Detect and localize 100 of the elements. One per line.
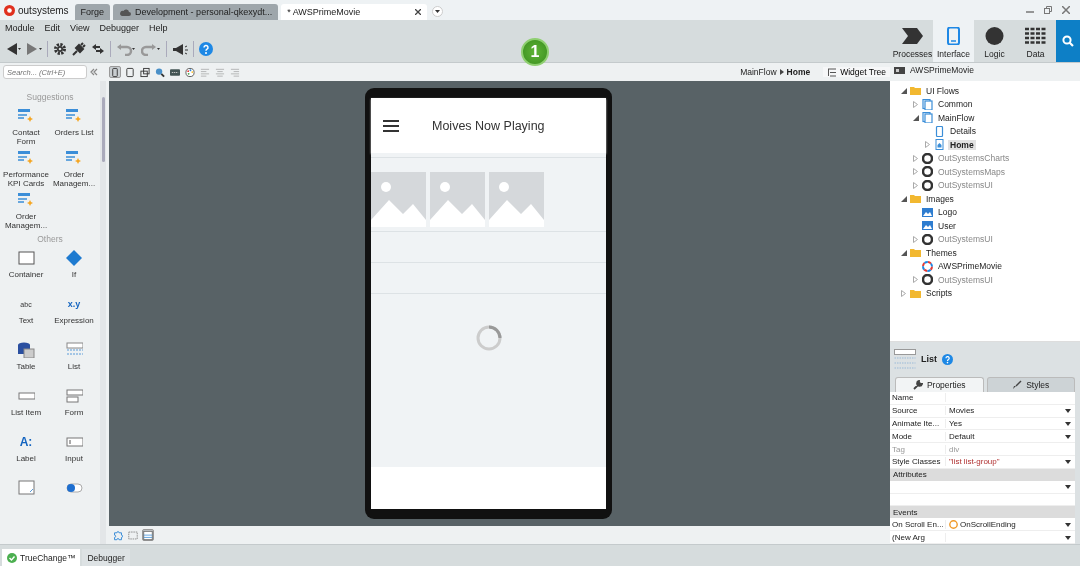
status-tab[interactable]: Debugger: [82, 549, 130, 566]
expanded-arrow-icon[interactable]: [912, 114, 919, 121]
tree-item[interactable]: UI Flows: [924, 85, 962, 96]
gear-icon[interactable]: [53, 42, 67, 56]
window-tab[interactable]: Forge: [74, 4, 111, 20]
tree-item[interactable]: Images: [924, 193, 956, 204]
close-icon[interactable]: [415, 9, 422, 15]
dropdown-arrow-icon[interactable]: [1065, 460, 1071, 465]
toolbox-widget[interactable]: Container: [3, 250, 49, 292]
property-value[interactable]: OnScrollEnding: [960, 519, 1016, 529]
tree-item[interactable]: AWSPrimeMovie: [936, 261, 1004, 272]
menu-item[interactable]: Edit: [44, 23, 61, 33]
menu-item[interactable]: Module: [5, 23, 35, 33]
canvas-tool-button[interactable]: [139, 66, 151, 78]
tree-item[interactable]: Logo: [936, 207, 959, 218]
menu-item[interactable]: Debugger: [99, 23, 139, 33]
collapsed-arrow-icon[interactable]: [913, 154, 918, 162]
dropdown-arrow-icon[interactable]: [1065, 422, 1071, 426]
toolbox-widget[interactable]: List: [51, 342, 97, 384]
panel-tab[interactable]: Styles: [986, 377, 1075, 393]
tree-item[interactable]: Details: [948, 126, 978, 137]
expanded-arrow-icon[interactable]: [900, 249, 907, 256]
dropdown-arrow-icon[interactable]: [1065, 409, 1071, 414]
dropdown-arrow-icon[interactable]: [1065, 434, 1071, 439]
plug-icon[interactable]: [72, 42, 86, 56]
window-tab[interactable]: Development - personal-qkexydt...: [113, 4, 279, 20]
toolbox-widget[interactable]: Order Managem...: [51, 150, 97, 188]
help-icon[interactable]: [199, 42, 213, 56]
window-tab[interactable]: * AWSPrimeMovie: [281, 4, 428, 20]
collapsed-arrow-icon[interactable]: [913, 100, 918, 108]
workspace-tab[interactable]: Logic: [974, 20, 1015, 62]
expanded-arrow-icon[interactable]: [900, 195, 907, 202]
search-icon: [1062, 35, 1074, 47]
toolbox-widget[interactable]: If: [51, 250, 97, 292]
dashed-box-icon: [128, 528, 138, 542]
property-name: Tag: [890, 444, 946, 454]
menu-item[interactable]: Help: [148, 23, 168, 33]
scrollbar-thumb[interactable]: [101, 97, 105, 162]
workspace-tab[interactable]: Interface: [933, 20, 974, 62]
collapsed-arrow-icon[interactable]: [913, 168, 918, 176]
workspace-tab[interactable]: Processes: [892, 20, 933, 62]
search-button[interactable]: [1056, 20, 1080, 62]
toolbox-widget[interactable]: Order Managem...: [3, 192, 49, 230]
workspace-tab[interactable]: Data: [1015, 20, 1056, 62]
tree-item[interactable]: OutSystemsUI: [936, 234, 995, 245]
collapsed-arrow-icon[interactable]: [925, 141, 930, 149]
arrows-icon[interactable]: [91, 42, 105, 56]
canvas-tool-button[interactable]: [124, 66, 136, 78]
status-tab[interactable]: TrueChange™: [2, 549, 81, 566]
back-icon[interactable]: [5, 42, 21, 56]
tree-item[interactable]: OutSystemsUI: [936, 180, 995, 191]
forward-icon[interactable]: [26, 42, 42, 56]
property-value[interactable]: "list list-group": [949, 457, 1000, 467]
toolbox-widget[interactable]: Contact Form: [3, 108, 49, 146]
collapsed-arrow-icon[interactable]: [901, 289, 906, 297]
tab-dropdown-button[interactable]: [432, 6, 444, 17]
tree-item[interactable]: Themes: [924, 247, 959, 258]
tree-root-label[interactable]: AWSPrimeMovie: [908, 64, 976, 75]
toolbox-widget[interactable]: Orders List: [51, 108, 97, 146]
tree-item[interactable]: User: [936, 220, 958, 231]
canvas-tool-button[interactable]: [169, 66, 181, 78]
megaphone-icon[interactable]: [172, 42, 188, 56]
tree-item[interactable]: OutSystemsUI: [936, 274, 995, 285]
property-name: Name: [890, 393, 946, 403]
collapse-icon[interactable]: [90, 68, 98, 76]
collapsed-arrow-icon[interactable]: [913, 181, 918, 189]
widget-tree-tab[interactable]: Widget Tree: [823, 67, 890, 77]
restore-icon[interactable]: [1044, 6, 1052, 14]
collapsed-arrow-icon[interactable]: [913, 276, 918, 284]
expanded-arrow-icon[interactable]: [900, 87, 907, 94]
breadcrumb-link[interactable]: Home: [786, 67, 811, 77]
panel-tab[interactable]: Properties: [895, 377, 984, 393]
toolbox-widget[interactable]: Form: [51, 388, 97, 430]
help-icon[interactable]: [942, 353, 953, 365]
tree-item[interactable]: Scripts: [924, 288, 954, 299]
toolbox-widget[interactable]: A: Label: [3, 434, 49, 476]
toolbox-widget[interactable]: Performance KPI Cards: [3, 150, 49, 188]
menu-item[interactable]: View: [70, 23, 90, 33]
toolbox-widget[interactable]: List Item: [3, 388, 49, 430]
property-value[interactable]: Movies: [949, 406, 975, 416]
canvas-tool-button[interactable]: [109, 66, 121, 78]
property-value[interactable]: Yes: [949, 419, 963, 428]
toolbox-widget[interactable]: Input: [51, 434, 97, 476]
toolbox-widget[interactable]: x.y Expression: [51, 296, 97, 338]
dropdown-arrow-icon[interactable]: [1065, 522, 1071, 527]
image-placeholder-icon: [430, 172, 485, 227]
collapsed-arrow-icon[interactable]: [913, 235, 918, 243]
tree-item[interactable]: OutSystemsMaps: [936, 166, 1008, 177]
canvas-tool-button[interactable]: [154, 66, 166, 78]
menu-icon[interactable]: [383, 119, 399, 132]
dropdown-arrow-icon[interactable]: [1065, 485, 1071, 490]
property-value[interactable]: Default: [949, 431, 975, 441]
tree-item[interactable]: OutSystemsCharts: [936, 153, 1012, 164]
toolbox-widget[interactable]: Table: [3, 342, 49, 384]
breadcrumb-link[interactable]: MainFlow: [740, 67, 777, 77]
tree-item[interactable]: MainFlow: [936, 112, 977, 123]
tree-item[interactable]: Common: [936, 99, 975, 110]
dropdown-arrow-icon[interactable]: [1065, 535, 1071, 540]
tree-item[interactable]: Home: [948, 139, 976, 150]
canvas-tool-button[interactable]: [184, 66, 196, 78]
